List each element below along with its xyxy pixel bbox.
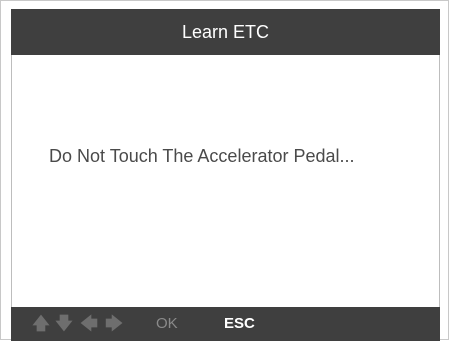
instruction-message: Do Not Touch The Accelerator Pedal... (49, 146, 355, 166)
page-title: Learn ETC (181, 22, 270, 42)
esc-button[interactable]: ESC (224, 307, 255, 341)
arrow-down-icon[interactable]: 🡇 (55, 307, 73, 341)
device-screen: Learn ETC Do Not Touch The Accelerator P… (0, 0, 449, 341)
title-bar: Learn ETC (11, 9, 440, 55)
function-key-bar: 🡅 🡇 🡄 🡆 OK ESC (11, 307, 440, 341)
arrow-right-icon[interactable]: 🡆 (105, 307, 123, 341)
message-panel: Do Not Touch The Accelerator Pedal... (11, 55, 440, 307)
arrow-up-icon[interactable]: 🡅 (32, 307, 50, 341)
ok-button[interactable]: OK (156, 307, 178, 341)
arrow-left-icon[interactable]: 🡄 (80, 307, 98, 341)
